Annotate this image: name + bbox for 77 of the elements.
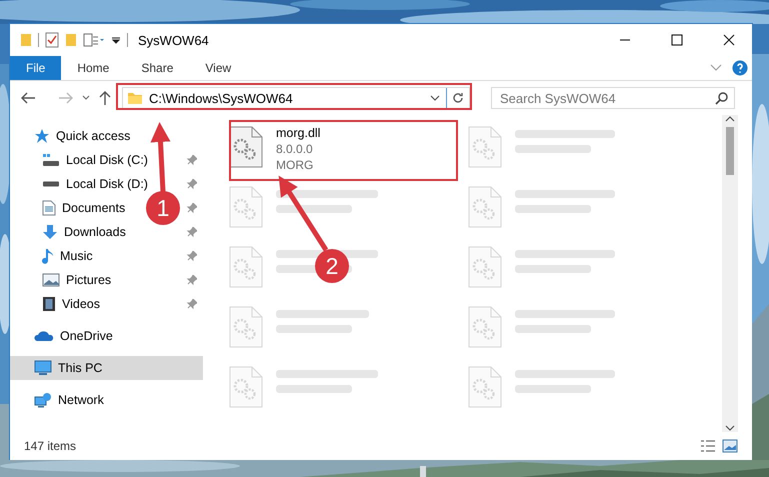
window-title: SysWOW64	[138, 32, 210, 48]
pin-icon	[187, 155, 197, 165]
annotation-arrow	[150, 122, 170, 192]
ribbon-tab[interactable]: Home	[61, 56, 126, 80]
sidebar-item[interactable]: Music	[42, 244, 93, 268]
folder-icon	[20, 33, 32, 47]
dropdown-icon	[430, 95, 440, 101]
folder-icon	[127, 91, 143, 105]
address-bar[interactable]: C:\Windows\SysWOW64	[122, 87, 470, 109]
item-count: 147 items	[24, 439, 78, 453]
folder-icon	[65, 33, 77, 47]
dll-file-icon	[229, 126, 263, 168]
file-detail: 8.0.0.0	[276, 142, 314, 156]
file-detail: MORG	[276, 158, 314, 172]
document-icon	[42, 200, 56, 216]
dropdown-icon	[111, 35, 121, 45]
sidebar-item[interactable]: Local Disk (C:)	[42, 148, 148, 172]
large-icons-view-icon	[722, 439, 738, 453]
details-view-icon	[700, 439, 716, 453]
download-icon	[42, 224, 58, 240]
scrollbar[interactable]	[722, 115, 738, 432]
dll-file-icon	[468, 246, 502, 288]
dll-file-icon	[229, 246, 263, 288]
computer-icon	[34, 360, 52, 376]
chevron-down-icon	[710, 64, 722, 72]
cloud-icon	[34, 330, 54, 342]
maximize-icon	[671, 34, 683, 46]
dll-file-icon	[229, 186, 263, 228]
back-arrow-icon	[20, 91, 36, 105]
sidebar-item[interactable]: Documents	[42, 196, 126, 220]
pin-icon	[187, 251, 197, 261]
help-icon	[732, 60, 748, 76]
forward-arrow-icon	[58, 91, 74, 105]
search-field[interactable]: Search SysWOW64	[491, 87, 735, 109]
properties-icon	[45, 32, 59, 48]
film-icon	[42, 296, 56, 312]
sidebar-item[interactable]: OneDrive	[10, 324, 203, 348]
network-icon	[34, 392, 52, 408]
pin-icon	[187, 179, 197, 189]
music-note-icon	[42, 248, 54, 264]
dll-file-icon	[468, 126, 502, 168]
file-name[interactable]: morg.dll	[276, 126, 320, 140]
picture-icon	[42, 273, 60, 287]
scroll-down-icon	[725, 424, 735, 432]
pin-icon	[187, 203, 197, 213]
address-path: C:\Windows\SysWOW64	[149, 90, 294, 106]
dll-file-icon	[468, 366, 502, 408]
sidebar-item[interactable]: This PC	[10, 356, 203, 380]
sidebar-item[interactable]: Downloads	[42, 220, 126, 244]
refresh-icon	[452, 92, 464, 104]
sidebar-item[interactable]: Local Disk (D:)	[42, 172, 148, 196]
recent-locations-icon	[82, 95, 90, 101]
sidebar-item[interactable]: Quick access	[10, 124, 203, 148]
scroll-up-icon	[725, 115, 735, 123]
sidebar-item[interactable]: Network	[10, 388, 203, 412]
ribbon-tab[interactable]: View	[189, 56, 248, 80]
sidebar-item[interactable]: Pictures	[42, 268, 112, 292]
dll-file-icon	[468, 306, 502, 348]
annotation-badge: 1	[146, 191, 180, 225]
pin-icon	[187, 299, 197, 309]
up-arrow-icon	[98, 90, 112, 106]
drive-icon	[42, 181, 60, 187]
dll-file-icon	[229, 366, 263, 408]
dll-file-icon	[229, 306, 263, 348]
annotation-badge: 2	[315, 249, 349, 283]
ribbon-tab[interactable]: Share	[125, 56, 190, 80]
search-icon	[715, 92, 728, 105]
drive-icon	[42, 153, 60, 167]
close-icon	[723, 34, 735, 46]
ribbon-tab[interactable]: File	[10, 56, 62, 80]
pin-icon	[187, 275, 197, 285]
view-options-icon	[83, 33, 105, 47]
dll-file-icon	[468, 186, 502, 228]
sidebar-item[interactable]: Videos	[42, 292, 100, 316]
pin-icon	[187, 227, 197, 237]
star-icon	[34, 128, 50, 144]
scroll-thumb[interactable]	[726, 127, 734, 175]
